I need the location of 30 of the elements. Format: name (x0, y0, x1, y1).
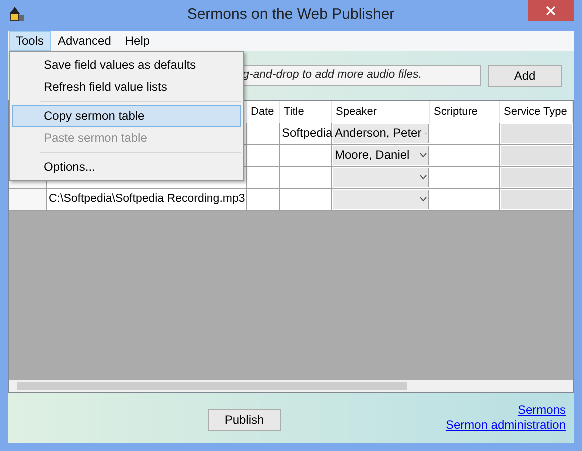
menu-bar-item[interactable]: Advanced (51, 31, 118, 51)
close-icon (546, 6, 556, 16)
menu-bar-item[interactable]: Tools (9, 31, 52, 51)
chevron-down-icon (420, 175, 427, 180)
speaker-value: Anderson, Peter (334, 125, 423, 142)
horizontal-scrollbar[interactable] (9, 380, 573, 392)
service-type-dropdown[interactable] (501, 124, 572, 143)
service-type-dropdown[interactable] (501, 168, 572, 187)
window-title: Sermons on the Web Publisher (187, 5, 395, 26)
speaker-dropdown[interactable] (333, 168, 429, 187)
publish-button[interactable]: Publish (208, 409, 281, 431)
link[interactable]: Sermons (518, 403, 566, 418)
service-type-dropdown[interactable] (501, 190, 572, 209)
menu-item[interactable]: Options... (12, 156, 241, 178)
speaker-dropdown[interactable]: Anderson, Peter (333, 124, 429, 143)
link[interactable]: Sermon administration (446, 418, 566, 433)
menu-bar-item[interactable]: Help (118, 31, 158, 51)
row-header[interactable] (9, 189, 47, 210)
chevron-down-icon (420, 197, 427, 202)
speaker-value: Moore, Daniel (334, 147, 411, 164)
speaker-dropdown[interactable] (333, 190, 429, 209)
chevron-down-icon (420, 153, 427, 158)
file-cell: C:\Softpedia\Softpedia Recording.mp3 (47, 189, 247, 210)
menu-item[interactable]: Copy sermon table (12, 105, 241, 127)
service-type-dropdown[interactable] (501, 146, 572, 165)
add-button[interactable]: Add (488, 64, 562, 86)
church-icon (9, 6, 25, 22)
speaker-dropdown[interactable]: Moore, Daniel (333, 146, 429, 165)
title-cell: Softpedia (280, 123, 332, 144)
close-button[interactable] (528, 0, 574, 21)
